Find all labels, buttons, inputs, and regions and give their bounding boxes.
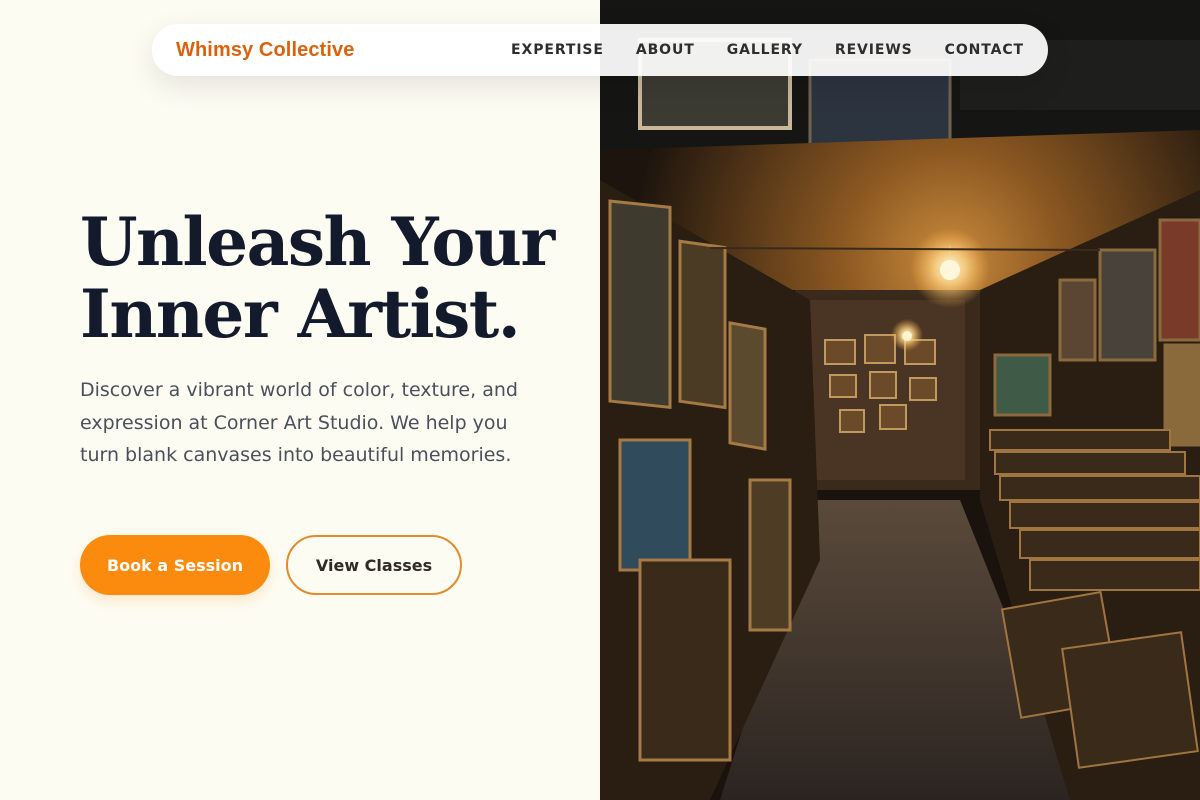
hero-title-line-1: Unleash Your <box>80 203 555 281</box>
nav-item-about[interactable]: ABOUT <box>636 42 695 58</box>
art-studio-photo <box>600 0 1200 800</box>
top-navbar: Whimsy Collective EXPERTISE ABOUT GALLER… <box>152 24 1048 76</box>
hero-description: Discover a vibrant world of color, textu… <box>80 379 518 466</box>
book-session-button[interactable]: Book a Session <box>80 535 270 595</box>
hero-title-line-2: Inner Artist. <box>80 275 521 353</box>
nav-item-contact[interactable]: CONTACT <box>945 42 1024 58</box>
nav-menu: EXPERTISE ABOUT GALLERY REVIEWS CONTACT <box>511 42 1024 58</box>
nav-item-gallery[interactable]: GALLERY <box>727 42 803 58</box>
brand-logo[interactable]: Whimsy Collective <box>176 39 354 62</box>
view-classes-button[interactable]: View Classes <box>286 535 462 595</box>
nav-item-expertise[interactable]: EXPERTISE <box>511 42 604 58</box>
hero-title: Unleash Your Inner Artist. <box>80 206 560 350</box>
nav-item-reviews[interactable]: REVIEWS <box>835 42 913 58</box>
